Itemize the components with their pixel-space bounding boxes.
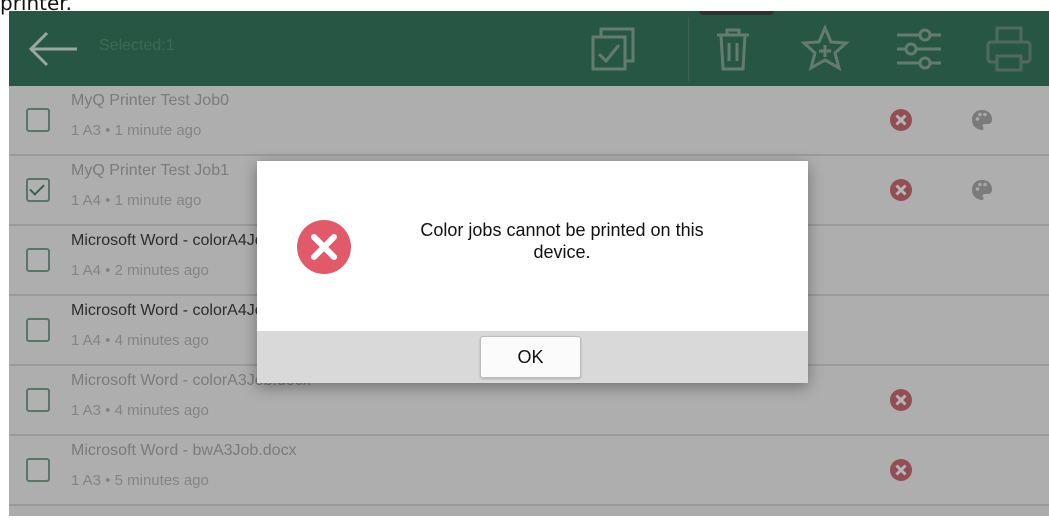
ok-button[interactable]: OK <box>480 336 581 378</box>
printer-panel: Selected:1 MyQ Printer Test Job0 1 A3 • … <box>9 11 1049 516</box>
error-x-icon <box>297 220 351 274</box>
page-caption: printer. <box>0 0 73 15</box>
error-dialog: Color jobs cannot be printed on this dev… <box>257 161 808 383</box>
dialog-message: Color jobs cannot be printed on this dev… <box>420 220 704 262</box>
dialog-footer: OK <box>257 331 808 383</box>
